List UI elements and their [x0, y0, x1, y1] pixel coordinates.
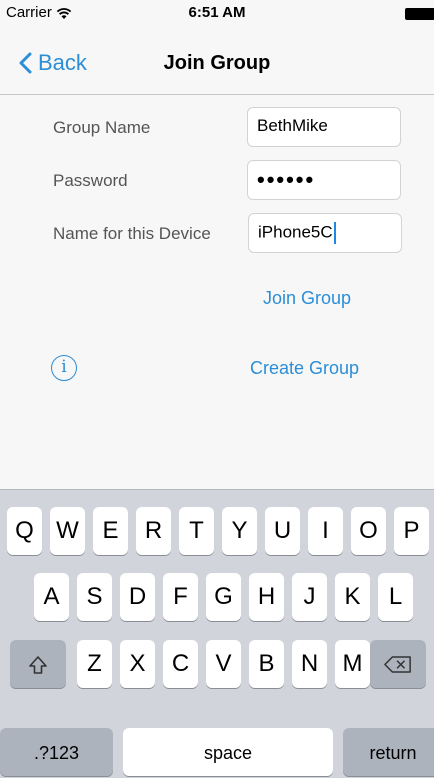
- key-c[interactable]: C: [163, 640, 198, 688]
- group-name-row: Group Name BethMike: [0, 107, 434, 151]
- password-row: Password ••••••: [0, 160, 434, 204]
- key-u[interactable]: U: [265, 507, 300, 555]
- key-i[interactable]: I: [308, 507, 343, 555]
- key-z[interactable]: Z: [77, 640, 112, 688]
- key-p[interactable]: P: [394, 507, 429, 555]
- key-t[interactable]: T: [179, 507, 214, 555]
- key-y[interactable]: Y: [222, 507, 257, 555]
- group-name-label: Group Name: [53, 118, 151, 137]
- numbers-key-label: .?123: [33, 743, 80, 763]
- space-key[interactable]: space: [123, 728, 333, 776]
- delete-key[interactable]: [370, 640, 426, 688]
- key-d[interactable]: D: [120, 573, 155, 621]
- space-key-label: space: [203, 743, 253, 763]
- key-l[interactable]: L: [378, 573, 413, 621]
- navigation-bar: Back Join Group: [0, 26, 434, 95]
- battery-icon: [405, 8, 434, 20]
- password-label: Password: [53, 171, 128, 190]
- key-a[interactable]: A: [34, 573, 69, 621]
- key-n[interactable]: N: [292, 640, 327, 688]
- shift-key[interactable]: [10, 640, 66, 688]
- join-group-button[interactable]: Join Group: [263, 288, 351, 309]
- create-group-button[interactable]: Create Group: [250, 358, 359, 379]
- password-field[interactable]: ••••••: [247, 160, 401, 200]
- device-name-row: Name for this Device iPhone5C: [0, 213, 434, 257]
- key-o[interactable]: O: [351, 507, 386, 555]
- key-b[interactable]: B: [249, 640, 284, 688]
- keyboard: QWERTYUIOP ASDFGHJKL ZXCVBNM .?123 space…: [0, 489, 434, 778]
- key-r[interactable]: R: [136, 507, 171, 555]
- key-g[interactable]: G: [206, 573, 241, 621]
- return-key[interactable]: return: [343, 728, 434, 776]
- return-key-label: return: [369, 743, 417, 763]
- delete-icon: [384, 656, 411, 673]
- text-cursor: [333, 222, 336, 244]
- key-k[interactable]: K: [335, 573, 370, 621]
- key-q[interactable]: Q: [7, 507, 42, 555]
- shift-icon: [29, 655, 47, 674]
- group-name-field[interactable]: BethMike: [247, 107, 401, 147]
- key-v[interactable]: V: [206, 640, 241, 688]
- key-w[interactable]: W: [50, 507, 85, 555]
- device-name-field[interactable]: iPhone5C: [248, 213, 402, 253]
- key-j[interactable]: J: [292, 573, 327, 621]
- key-s[interactable]: S: [77, 573, 112, 621]
- device-name-value: iPhone5C: [258, 222, 333, 242]
- key-f[interactable]: F: [163, 573, 198, 621]
- status-time: 6:51 AM: [188, 4, 246, 21]
- info-icon[interactable]: i: [51, 355, 77, 381]
- key-m[interactable]: M: [335, 640, 370, 688]
- key-e[interactable]: E: [93, 507, 128, 555]
- key-x[interactable]: X: [120, 640, 155, 688]
- device-name-label: Name for this Device: [53, 224, 211, 243]
- key-h[interactable]: H: [249, 573, 284, 621]
- page-title: Join Group: [163, 52, 271, 74]
- numbers-key[interactable]: .?123: [0, 728, 113, 776]
- status-bar: Carrier 6:51 AM: [0, 0, 434, 26]
